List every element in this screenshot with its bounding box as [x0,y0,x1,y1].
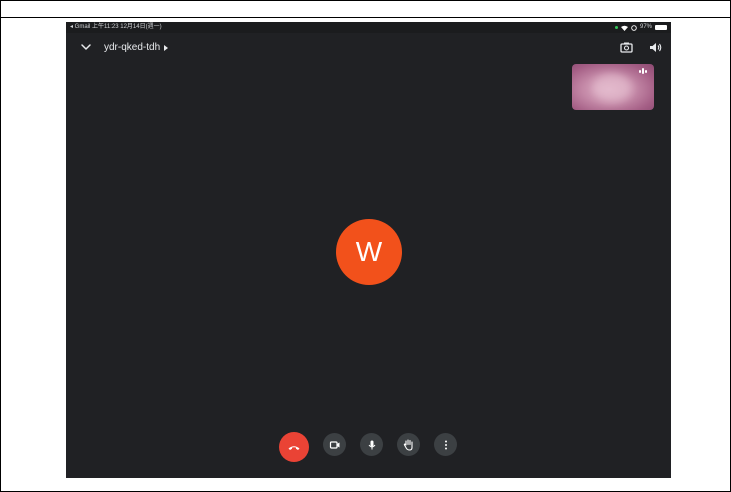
participant-avatar: W [336,219,402,285]
raise-hand-button[interactable] [397,433,420,456]
end-call-button[interactable] [279,432,309,462]
wifi-icon [620,25,628,31]
meet-screen: ◂ Gmail 上午11:23 12月14日(週一) 97% ydr-qked-… [66,22,671,478]
call-controls [66,432,671,462]
more-vert-icon [444,440,447,449]
status-bar-left-text: ◂ Gmail 上午11:23 12月14日(週一) [70,24,162,30]
meeting-code: ydr-qked-tdh [104,42,161,53]
frame-divider [0,17,731,18]
camera-toggle-button[interactable] [323,433,346,456]
status-bar: ◂ Gmail 上午11:23 12月14日(週一) 97% [66,22,671,33]
video-camera-icon [329,440,339,449]
meeting-code-button[interactable]: ydr-qked-tdh [104,41,169,55]
self-view-tile[interactable] [572,64,654,110]
battery-percent: 97% [639,24,652,30]
microphone-toggle-button[interactable] [360,433,383,456]
battery-icon [655,25,667,30]
chevron-down-icon[interactable] [79,40,93,54]
status-bar-right: 97% [614,22,667,33]
self-view-video [592,74,632,102]
speaker-icon[interactable] [648,40,663,55]
switch-camera-icon[interactable] [619,40,634,55]
more-options-button[interactable] [434,433,457,456]
meeting-top-bar: ydr-qked-tdh [66,37,671,61]
microphone-icon [368,440,375,449]
audio-level-icon [639,68,649,74]
hand-icon [403,439,413,451]
phone-hangup-icon [288,446,300,450]
mic-in-use-indicator-icon [614,26,618,29]
caret-right-icon [164,45,169,51]
orientation-lock-icon [631,24,637,31]
